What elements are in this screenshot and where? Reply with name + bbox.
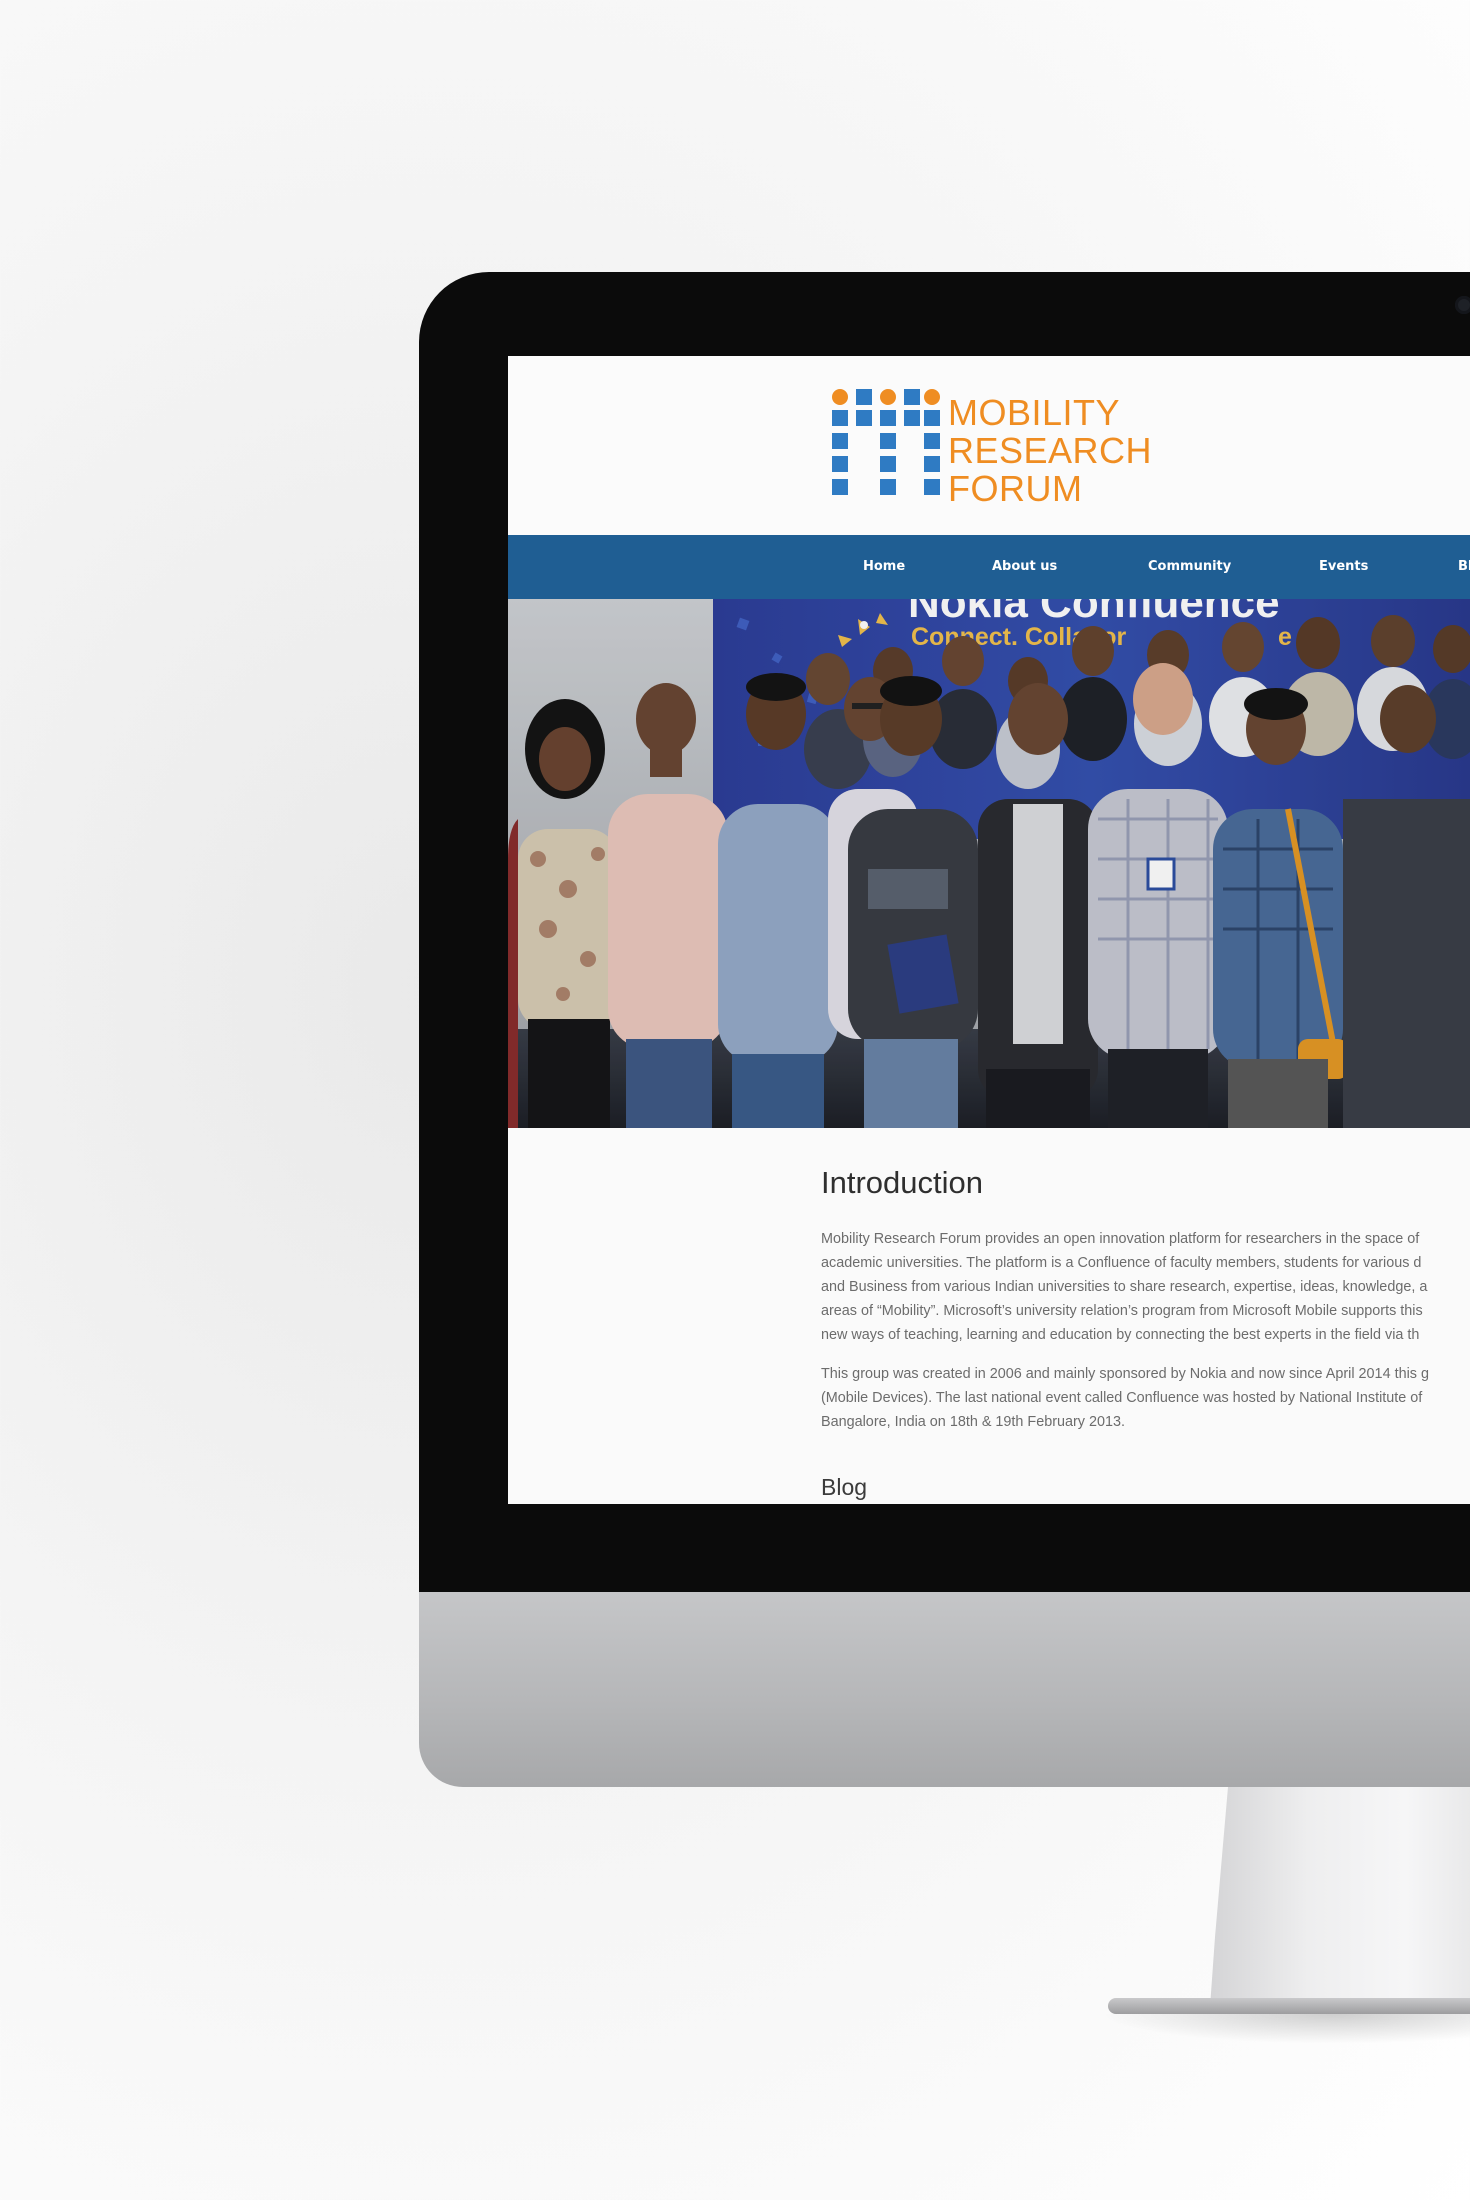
blog-heading: Blog — [821, 1474, 868, 1500]
monitor-stand-shadow — [1100, 2014, 1470, 2044]
intro-paragraph-1-line: new ways of teaching, learning and educa… — [821, 1327, 1420, 1343]
hero-photo-image: Nokia Confluence Connect. Collabor e — [508, 599, 1470, 1128]
intro-paragraph-2-line: This group was created in 2006 and mainl… — [821, 1366, 1429, 1382]
nav-item-home[interactable]: Home — [863, 535, 905, 599]
nav-item-events[interactable]: Events — [1319, 535, 1368, 599]
monitor-chin — [419, 1592, 1470, 1787]
intro-heading: Introduction — [821, 1165, 983, 1200]
main-nav: Home About us Community Events Bl — [508, 535, 1470, 599]
logo-wordmark: MOBILITY RESEARCH FORUM — [948, 394, 1152, 508]
intro-paragraph-1-line: Mobility Research Forum provides an open… — [821, 1231, 1420, 1247]
intro-paragraph-1: Mobility Research Forum provides an open… — [821, 1227, 1470, 1347]
intro-paragraph-1-line: academic universities. The platform is a… — [821, 1255, 1422, 1271]
intro-paragraph-1-line: areas of “Mobility”. Microsoft’s univers… — [821, 1303, 1423, 1319]
intro-paragraph-2-line: (Mobile Devices). The last national even… — [821, 1390, 1423, 1406]
monitor-stand — [1210, 1787, 1470, 2007]
logo-line-mobility: MOBILITY — [948, 392, 1121, 433]
intro-paragraph-1-line: and Business from various Indian univers… — [821, 1279, 1428, 1295]
site-header: MOBILITY RESEARCH FORUM — [508, 356, 1470, 535]
site-logo[interactable]: MOBILITY RESEARCH FORUM — [832, 388, 1152, 508]
logo-mark-icon — [832, 389, 940, 495]
monitor-stand-base — [1108, 1998, 1470, 2014]
camera-icon — [1455, 296, 1470, 314]
logo-line-research: RESEARCH — [948, 430, 1153, 471]
website-screen: MOBILITY RESEARCH FORUM Home About us Co… — [508, 356, 1470, 1504]
nav-item-blog[interactable]: Bl — [1458, 535, 1470, 599]
nav-item-about-us[interactable]: About us — [992, 535, 1057, 599]
nav-item-community[interactable]: Community — [1148, 535, 1231, 599]
logo-line-forum: FORUM — [948, 468, 1083, 509]
hero-photo: Nokia Confluence Connect. Collabor e — [508, 599, 1470, 1128]
main-content: Introduction Mobility Research Forum pro… — [821, 1164, 1470, 1502]
intro-paragraph-2-line: Bangalore, India on 18th & 19th February… — [821, 1414, 1126, 1430]
intro-paragraph-2: This group was created in 2006 and mainl… — [821, 1362, 1470, 1434]
